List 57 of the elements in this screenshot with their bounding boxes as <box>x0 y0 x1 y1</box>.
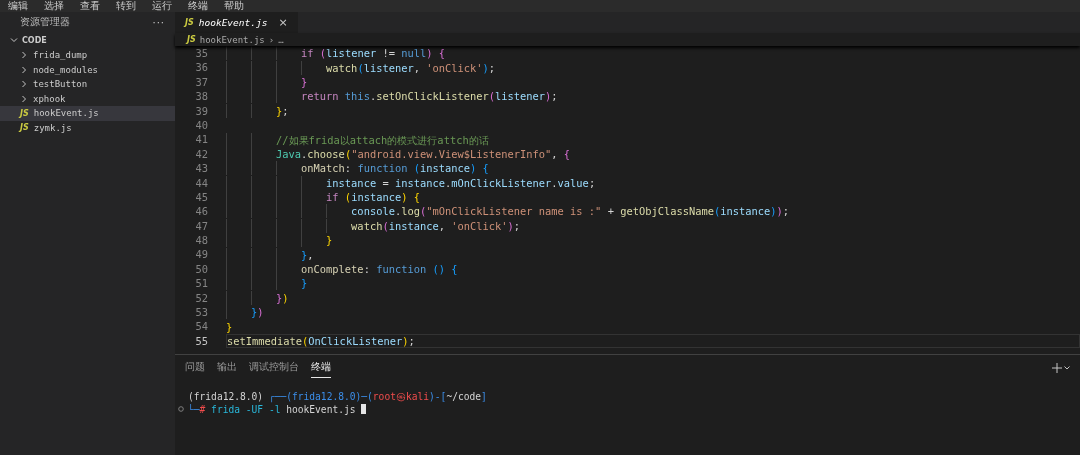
close-button[interactable]: × <box>278 16 288 29</box>
panel-tab[interactable]: 调试控制台 <box>249 358 299 378</box>
line-number: 43 <box>194 161 208 176</box>
line-number: 37 <box>194 74 208 90</box>
add-icon[interactable] <box>1052 363 1062 373</box>
explorer-item[interactable]: JS hookEvent.js <box>0 106 175 121</box>
menu-item[interactable]: 帮助 <box>224 0 244 12</box>
line-number: 51 <box>194 276 208 291</box>
menu-item[interactable]: 终端 <box>188 0 208 12</box>
line-number: 41 <box>194 132 208 147</box>
breadcrumb-item[interactable]: hookEvent.js <box>199 34 265 45</box>
code-line: setImmediate(OnClickListener); <box>227 334 415 348</box>
terminal-line: (frida12.8.0) ┌──(frida12.8.0)─(root㉿kali)-[~/code] <box>188 390 487 404</box>
line-number: 47 <box>194 218 208 234</box>
panel-tab[interactable]: 问题 <box>185 358 205 378</box>
line-number: 48 <box>194 233 208 248</box>
explorer-item[interactable]: node_modules <box>0 62 175 77</box>
line-number: 50 <box>194 261 208 277</box>
menu-item[interactable]: 转到 <box>116 0 136 12</box>
panel-tab[interactable]: 终端 <box>311 358 331 378</box>
line-number: 38 <box>194 89 208 104</box>
explorer-item[interactable]: testButton <box>0 77 175 92</box>
editor-tab[interactable]: JS hookEvent.js × <box>175 12 298 33</box>
file-type-label: JS <box>185 18 194 27</box>
menu-item[interactable]: 编辑 <box>8 0 28 12</box>
menu-item[interactable]: 选择 <box>44 0 64 12</box>
menu-item[interactable]: 查看 <box>80 0 100 12</box>
line-number: 45 <box>194 189 208 205</box>
line-number: 35 <box>194 46 208 61</box>
sidebar-title: 资源管理器 <box>20 15 70 29</box>
line-number: 36 <box>194 60 208 75</box>
line-number: 42 <box>194 146 208 162</box>
line-number: 46 <box>194 204 208 219</box>
terminal-line: └─# frida -UF -l hookEvent.js <box>188 403 357 415</box>
more-actions-button[interactable]: ··· <box>152 16 165 28</box>
explorer-item[interactable]: xphook <box>0 91 175 106</box>
file-type-label: JS <box>20 123 29 133</box>
menu-item[interactable]: 运行 <box>152 0 172 12</box>
explorer-item[interactable]: JS zymk.js <box>0 120 175 135</box>
line-number: 54 <box>194 319 208 334</box>
breadcrumb-separator: › <box>268 34 275 45</box>
file-type-label: JS <box>20 108 29 118</box>
breadcrumb-item[interactable]: … <box>278 34 284 45</box>
folder-header[interactable]: CODE <box>0 32 175 48</box>
line-number: 55 <box>194 333 208 349</box>
tab-title: hookEvent.js <box>198 17 268 28</box>
line-number: 40 <box>194 117 208 133</box>
file-type-label: JS <box>187 35 196 44</box>
chevron-icon[interactable] <box>1064 366 1070 370</box>
panel-tab[interactable]: 输出 <box>217 358 237 378</box>
line-number: 49 <box>194 247 208 262</box>
code-line: } <box>226 319 233 334</box>
explorer-item[interactable]: frida_dump <box>0 48 175 63</box>
line-number: 44 <box>194 175 208 190</box>
line-number: 52 <box>194 290 208 306</box>
line-number: 39 <box>194 103 208 118</box>
line-number: 53 <box>194 305 208 320</box>
